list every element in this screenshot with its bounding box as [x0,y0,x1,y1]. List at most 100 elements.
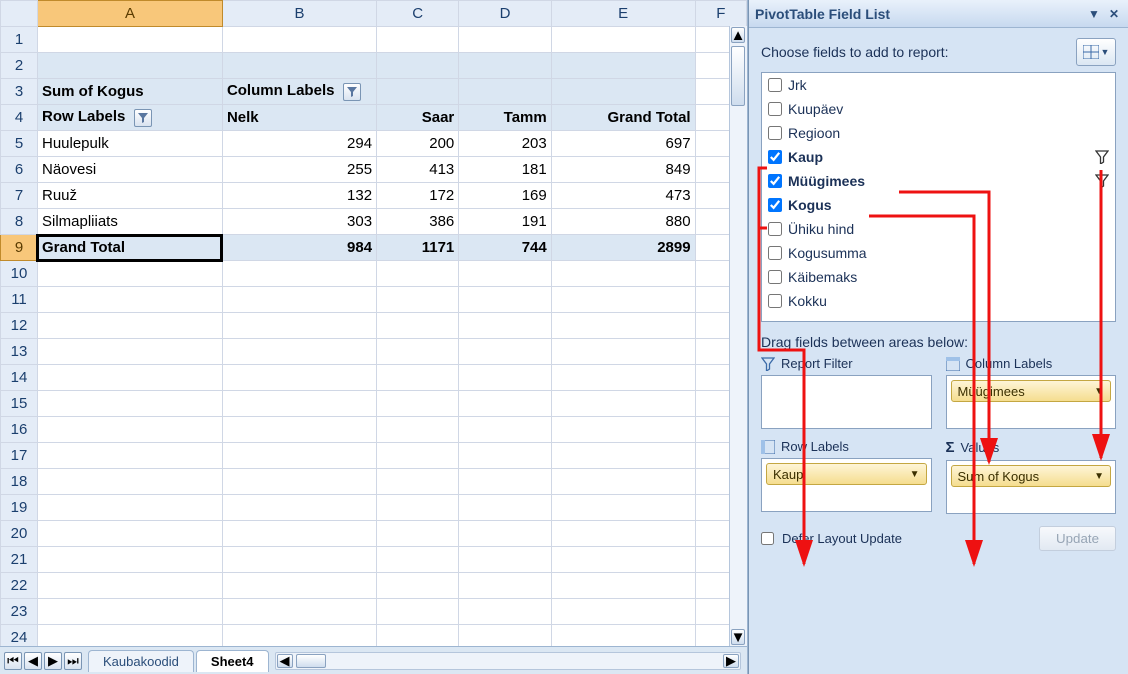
row-header-12[interactable]: 12 [1,313,38,339]
pivot-row-labels-label[interactable]: Row Labels [37,105,222,131]
pivot-value[interactable]: 200 [377,131,459,157]
cell[interactable] [459,53,551,79]
cell[interactable] [459,287,551,313]
cell[interactable] [377,339,459,365]
row-header-13[interactable]: 13 [1,339,38,365]
cell[interactable] [222,573,376,599]
pivot-value[interactable]: 203 [459,131,551,157]
cell[interactable] [377,365,459,391]
row-header-4[interactable]: 4 [1,105,38,131]
cell[interactable] [551,287,695,313]
field-item-Kaup[interactable]: Kaup [762,145,1115,169]
spreadsheet-grid[interactable]: A B C D E F 123Sum of KogusColumn Labels… [0,0,747,646]
pivot-col-header[interactable]: Nelk [222,105,376,131]
cell[interactable] [459,521,551,547]
cell[interactable] [222,287,376,313]
pivot-grand-total[interactable]: 984 [222,235,376,261]
pivot-value[interactable]: 181 [459,157,551,183]
field-item-Kokku[interactable]: Kokku [762,289,1115,313]
scroll-thumb-horizontal[interactable] [296,654,326,668]
pivot-grand-total-label[interactable]: Grand Total [37,235,222,261]
pivot-column-labels-label[interactable]: Column Labels [222,79,376,105]
cell[interactable] [459,547,551,573]
cell[interactable] [377,443,459,469]
field-chip-Sum of Kogus[interactable]: Sum of Kogus▼ [951,465,1112,487]
row-header-14[interactable]: 14 [1,365,38,391]
cell[interactable] [37,469,222,495]
pivot-value[interactable]: 386 [377,209,459,235]
cell[interactable] [459,391,551,417]
cell[interactable] [551,521,695,547]
row-header-23[interactable]: 23 [1,599,38,625]
chevron-down-icon[interactable]: ▼ [1094,471,1104,482]
scroll-thumb-vertical[interactable] [731,46,745,106]
pivot-grand-total[interactable]: 744 [459,235,551,261]
cell[interactable] [222,53,376,79]
pivot-row-label[interactable]: Ruuž [37,183,222,209]
field-checkbox-Kaup[interactable] [768,150,782,164]
col-header-A[interactable]: A [37,1,222,27]
row-header-3[interactable]: 3 [1,79,38,105]
pivot-grand-total[interactable]: 2899 [551,235,695,261]
chevron-down-icon[interactable]: ▼ [910,469,920,480]
row-header-2[interactable]: 2 [1,53,38,79]
cell[interactable] [377,261,459,287]
row-header-9[interactable]: 9 [1,235,38,261]
field-item-Kogus[interactable]: Kogus [762,193,1115,217]
cell[interactable] [37,599,222,625]
pivot-grand-total[interactable]: 1171 [377,235,459,261]
cell[interactable] [37,365,222,391]
field-list[interactable]: Jrk Kuupäev Regioon Kaup Müügimees Kogus… [761,72,1116,322]
cell[interactable] [551,495,695,521]
cell[interactable] [551,573,695,599]
col-header-E[interactable]: E [551,1,695,27]
tab-nav-next[interactable]: ▶ [44,652,62,670]
tab-nav-prev[interactable]: ◀ [24,652,42,670]
field-item-Müügimees[interactable]: Müügimees [762,169,1115,193]
cell[interactable] [377,599,459,625]
col-header-B[interactable]: B [222,1,376,27]
row-header-11[interactable]: 11 [1,287,38,313]
chevron-down-icon[interactable]: ▼ [1094,386,1104,397]
cell[interactable] [37,313,222,339]
row-labels-dropzone[interactable]: Kaup▼ [761,458,932,512]
filter-dropdown-icon[interactable] [134,109,152,127]
cell[interactable] [459,79,551,105]
field-chip-Kaup[interactable]: Kaup▼ [766,463,927,485]
field-checkbox-Kuupäev[interactable] [768,102,782,116]
cell[interactable] [459,443,551,469]
cell[interactable] [37,547,222,573]
cell[interactable] [37,495,222,521]
pivot-value[interactable]: 697 [551,131,695,157]
pivot-value[interactable]: 880 [551,209,695,235]
field-item-Kogusumma[interactable]: Kogusumma [762,241,1115,265]
field-chip-Müügimees[interactable]: Müügimees▼ [951,380,1112,402]
cell[interactable] [37,391,222,417]
cell[interactable] [377,547,459,573]
tab-nav-last[interactable]: ⏭ [64,652,82,670]
cell[interactable] [551,625,695,647]
field-checkbox-Ühiku hind[interactable] [768,222,782,236]
cell[interactable] [222,417,376,443]
cell[interactable] [459,27,551,53]
scroll-up-arrow[interactable]: ▲ [731,27,745,43]
field-item-Kuupäev[interactable]: Kuupäev [762,97,1115,121]
cell[interactable] [377,625,459,647]
cell[interactable] [459,599,551,625]
field-checkbox-Käibemaks[interactable] [768,270,782,284]
field-checkbox-Kogus[interactable] [768,198,782,212]
cell[interactable] [222,469,376,495]
vertical-scrollbar[interactable]: ▲ ▼ [729,26,747,646]
pane-header[interactable]: PivotTable Field List ▼ ✕ [749,0,1128,28]
cell[interactable] [551,417,695,443]
row-header-7[interactable]: 7 [1,183,38,209]
pivot-row-label[interactable]: Huulepulk [37,131,222,157]
scroll-left-arrow[interactable]: ◀ [277,654,293,668]
pivot-value[interactable]: 255 [222,157,376,183]
cell[interactable] [377,53,459,79]
cell[interactable] [551,391,695,417]
row-header-19[interactable]: 19 [1,495,38,521]
cell[interactable] [377,79,459,105]
horizontal-scrollbar[interactable]: ◀ ▶ [275,652,741,670]
cell[interactable] [459,313,551,339]
